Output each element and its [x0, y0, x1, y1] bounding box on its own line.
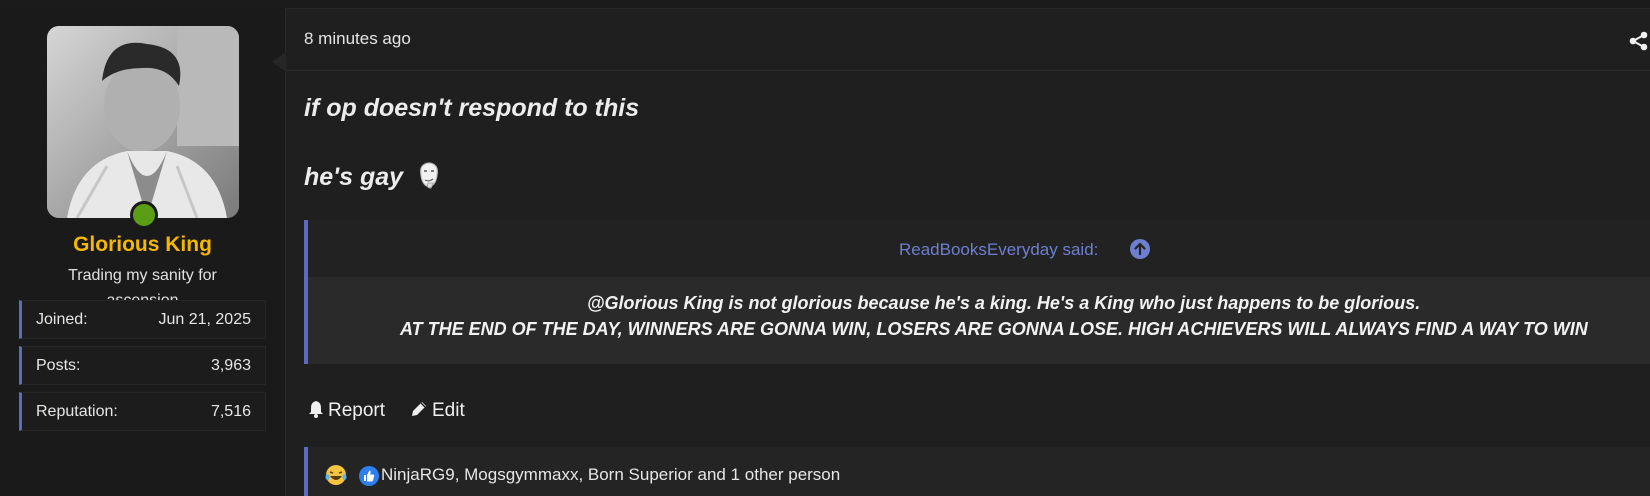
user-sidebar: Glorious King Trading my sanity for asce…: [0, 8, 286, 496]
reactions-bar: NinjaRG9, Mogsgymmaxx, Born Superior and…: [304, 447, 1650, 496]
thinking-face-emoji: [420, 162, 438, 189]
quote-author-link[interactable]: ReadBooksEveryday said:: [899, 240, 1098, 260]
stat-value: Jun 21, 2025: [158, 311, 251, 328]
username[interactable]: Glorious King: [0, 233, 285, 257]
reaction-icons[interactable]: [324, 463, 380, 492]
stat-value: 7,516: [210, 403, 251, 420]
pencil-icon: [412, 402, 426, 416]
edit-label: Edit: [432, 400, 465, 421]
thumbs-up-icon: [359, 466, 380, 486]
bell-icon: [309, 401, 323, 418]
quote-line: @Glorious King is not glorious because h…: [587, 293, 1421, 313]
report-label: Report: [328, 400, 386, 421]
avatar-photo: [47, 26, 239, 218]
report-button[interactable]: Report: [308, 400, 385, 422]
stat-reputation: Reputation: 7,516: [19, 392, 266, 431]
stat-joined: Joined: Jun 21, 2025: [19, 300, 266, 339]
stat-label: Reputation:: [36, 403, 118, 420]
message-text: he's gay: [304, 163, 404, 191]
message-line-with-emoji: he's gay: [304, 161, 442, 192]
online-status-indicator: [130, 201, 158, 229]
quote-line: AT THE END OF THE DAY, WINNERS ARE GONNA…: [400, 319, 1588, 339]
laughing-tears-emoji: [325, 465, 347, 485]
stat-label: Joined:: [36, 311, 88, 328]
share-icon[interactable]: [1628, 30, 1650, 52]
edit-button[interactable]: Edit: [410, 400, 465, 422]
post-pointer-arrow: [272, 52, 286, 72]
stat-label: Posts:: [36, 357, 81, 374]
stat-posts: Posts: 3,963: [19, 346, 266, 385]
message-line: if op doesn't respond to this: [304, 94, 640, 122]
post-timestamp[interactable]: 8 minutes ago: [304, 29, 411, 49]
avatar[interactable]: [47, 26, 239, 218]
post-header: 8 minutes ago: [286, 8, 1650, 71]
stat-value: 3,963: [210, 357, 251, 374]
arrow-up-circle-icon[interactable]: [1129, 238, 1151, 260]
quote-header: ReadBooksEveryday said:: [308, 220, 1650, 277]
quote-block: ReadBooksEveryday said: @Glorious King i…: [304, 220, 1650, 364]
quote-body: @Glorious King is not glorious because h…: [308, 277, 1650, 364]
reaction-users[interactable]: NinjaRG9, Mogsgymmaxx, Born Superior and…: [381, 465, 840, 485]
